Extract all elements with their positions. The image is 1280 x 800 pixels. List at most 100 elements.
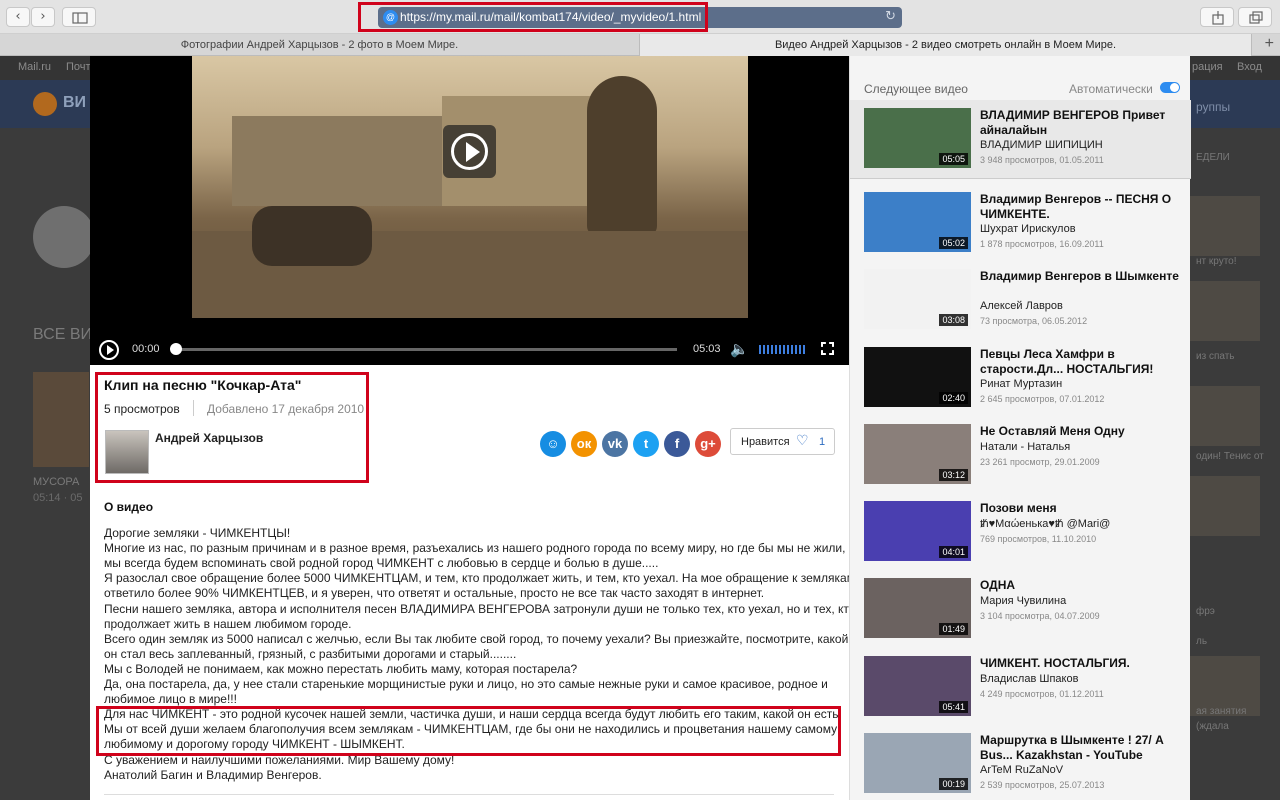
bg-side-thumb (1190, 281, 1260, 341)
next-video-item[interactable]: 03:08 Владимир Венгеров в Шымкенте Алексей… (864, 269, 1184, 339)
next-video-title[interactable]: Позови меня (980, 501, 1180, 516)
next-video-item[interactable]: 04:01 Позови меня ᵺ♥Мαώенька♥ᵺ @Mari@ 769 п… (864, 501, 1184, 571)
chevron-right-icon: › (40, 9, 46, 24)
next-video-author[interactable]: Мария Чувилина (980, 595, 1066, 607)
video-thumbnail[interactable]: 05:05 (864, 108, 971, 168)
tab-bar: Фотографии Андрей Харцызов - 2 фото в Мо… (0, 34, 1280, 56)
bg-side-text: нт круто! (1196, 256, 1237, 267)
bg-side-text: (ждала (1196, 721, 1229, 732)
description-line: продолжает жить в нашем любимом городе. (104, 616, 352, 631)
next-video-author[interactable]: ArTeM RuZaNoV (980, 764, 1063, 776)
description-line: ответило более 90% ЧИМКЕНТЦЕВ, и я увере… (104, 586, 765, 601)
bg-side-thumb (1190, 386, 1260, 446)
bg-side-text: ЕДЕЛИ (1196, 152, 1230, 163)
video-thumbnail[interactable]: 01:49 (864, 578, 971, 638)
video-player[interactable]: 00:00 05:03 🔈 (90, 56, 850, 365)
facebook-icon[interactable]: f (664, 431, 690, 457)
next-video-author[interactable]: ᵺ♥Мαώенька♥ᵺ @Mari@ (980, 518, 1110, 530)
fullscreen-icon[interactable] (821, 342, 834, 355)
next-video-title[interactable]: Не Оставляй Меня Одну (980, 424, 1180, 439)
video-thumbnail[interactable]: 02:40 (864, 347, 971, 407)
next-video-item[interactable]: 02:40 Певцы Леса Хамфри в старости.Дл... … (864, 347, 1184, 417)
next-video-item[interactable]: 05:41 ЧИМКЕНТ. НОСТАЛЬГИЯ. Владислав Шпако… (864, 656, 1184, 726)
next-video-meta: 2 645 просмотров, 07.01.2012 (980, 394, 1105, 404)
volume-icon[interactable]: 🔈 (730, 340, 749, 358)
autoplay-toggle[interactable] (1160, 82, 1180, 93)
next-video-title[interactable]: Маршрутка в Шымкенте ! 27/ A Bus... Kaza… (980, 733, 1180, 763)
new-tab-button[interactable]: + (1265, 35, 1274, 53)
odnoklassniki-icon[interactable]: ок (571, 431, 597, 457)
description-line: Всего один земляк из 5000 написал с желч… (104, 631, 849, 646)
video-duration: 05:05 (939, 153, 968, 165)
next-video-title[interactable]: Владимир Венгеров в Шымкенте (980, 269, 1180, 284)
next-video-author[interactable]: Ринат Муртазин (980, 378, 1062, 390)
bg-header-link: руппы (1196, 100, 1231, 114)
video-thumbnail[interactable]: 03:08 (864, 269, 971, 329)
video-frame[interactable] (192, 56, 748, 318)
video-thumbnail[interactable]: 00:19 (864, 733, 971, 793)
video-duration: 05:41 (939, 701, 968, 713)
bg-logo-icon (33, 92, 57, 116)
big-play-button[interactable] (443, 125, 496, 178)
like-label: Нравится (741, 436, 790, 448)
play-button[interactable] (99, 340, 119, 360)
bg-side-text: ль (1196, 636, 1208, 647)
progress-track[interactable] (175, 348, 677, 351)
vkontakte-icon[interactable]: vk (602, 431, 628, 457)
like-button[interactable]: Нравится ♡ 1 (730, 428, 835, 455)
description-line: Песни нашего земляка, автора и исполните… (104, 601, 856, 616)
description-line: Многие из нас, по разным причинам и в ра… (104, 541, 846, 556)
google-plus-icon[interactable]: g+ (695, 431, 721, 457)
video-thumbnail[interactable]: 04:01 (864, 501, 971, 561)
next-video-item[interactable]: 00:19 Маршрутка в Шымкенте ! 27/ A Bus...… (864, 733, 1184, 800)
forward-button[interactable]: › (31, 7, 55, 27)
video-thumbnail[interactable]: 05:41 (864, 656, 971, 716)
tabs-overview-button[interactable] (1238, 7, 1272, 27)
next-video-title[interactable]: Владимир Венгеров -- ПЕСНЯ О ЧИМКЕНТЕ. (980, 192, 1180, 222)
video-duration: 03:08 (939, 314, 968, 326)
share-icon (1212, 11, 1224, 25)
next-video-meta: 4 249 просмотров, 01.12.2011 (980, 689, 1104, 699)
video-thumbnail[interactable]: 05:02 (864, 192, 971, 252)
reload-icon[interactable]: ↻ (885, 9, 896, 24)
video-duration: 05:02 (939, 237, 968, 249)
next-video-title[interactable]: ВЛАДИМИР ВЕНГЕРОВ Привет айналайын (980, 108, 1180, 138)
bg-avatar (33, 206, 95, 268)
next-video-meta: 23 261 просмотр, 29.01.2009 (980, 457, 1100, 467)
mail-smile-icon[interactable]: ☺ (540, 431, 566, 457)
play-icon (466, 142, 480, 162)
tab-photos[interactable]: Фотографии Андрей Харцызов - 2 фото в Мо… (0, 34, 640, 56)
volume-slider[interactable] (759, 345, 807, 354)
text-highlight-box (96, 706, 841, 756)
next-video-title[interactable]: Певцы Леса Хамфри в старости.Дл... НОСТА… (980, 347, 1180, 377)
progress-handle[interactable] (170, 343, 182, 355)
description-line: Анатолий Багин и Владимир Венгеров. (104, 767, 322, 782)
frame-car (252, 206, 372, 266)
next-video-title[interactable]: ОДНА (980, 578, 1180, 593)
bg-side-text: фрэ (1196, 606, 1215, 617)
bg-topbar-item: Вход (1237, 61, 1262, 73)
video-thumbnail[interactable]: 03:12 (864, 424, 971, 484)
next-video-item[interactable]: 01:49 ОДНА Мария Чувилина 3 104 просмотра, … (864, 578, 1184, 648)
sidebar-icon (72, 12, 88, 24)
next-video-item[interactable]: 05:05 ВЛАДИМИР ВЕНГЕРОВ Привет айналайын В… (864, 108, 1184, 178)
next-video-author[interactable]: Натали - Наталья (980, 441, 1070, 453)
next-video-item[interactable]: 03:12 Не Оставляй Меня Одну Натали - Натал… (864, 424, 1184, 494)
twitter-icon[interactable]: t (633, 431, 659, 457)
next-video-title[interactable]: ЧИМКЕНТ. НОСТАЛЬГИЯ. (980, 656, 1180, 671)
next-video-author[interactable]: Владислав Шпаков (980, 673, 1078, 685)
video-duration: 02:40 (939, 392, 968, 404)
bg-side-thumb (1190, 196, 1260, 256)
sidebar-toggle-button[interactable] (62, 7, 96, 27)
toggle-knob (1170, 83, 1179, 92)
back-button[interactable]: ‹ (6, 7, 30, 27)
next-video-author[interactable]: Шухрат Ирискулов (980, 223, 1076, 235)
video-duration: 04:01 (939, 546, 968, 558)
next-video-author[interactable]: Алексей Лавров (980, 300, 1063, 312)
description-line: Я разослал свое обращение более 5000 ЧИМ… (104, 571, 855, 586)
tab-videos[interactable]: Видео Андрей Харцызов - 2 видео смотреть… (640, 34, 1252, 56)
next-video-item[interactable]: 05:02 Владимир Венгеров -- ПЕСНЯ О ЧИМКЕН… (864, 192, 1184, 262)
next-video-meta: 3 104 просмотра, 04.07.2009 (980, 611, 1100, 621)
share-page-button[interactable] (1200, 7, 1234, 27)
next-video-author[interactable]: ВЛАДИМИР ШИПИЦИН (980, 139, 1103, 151)
